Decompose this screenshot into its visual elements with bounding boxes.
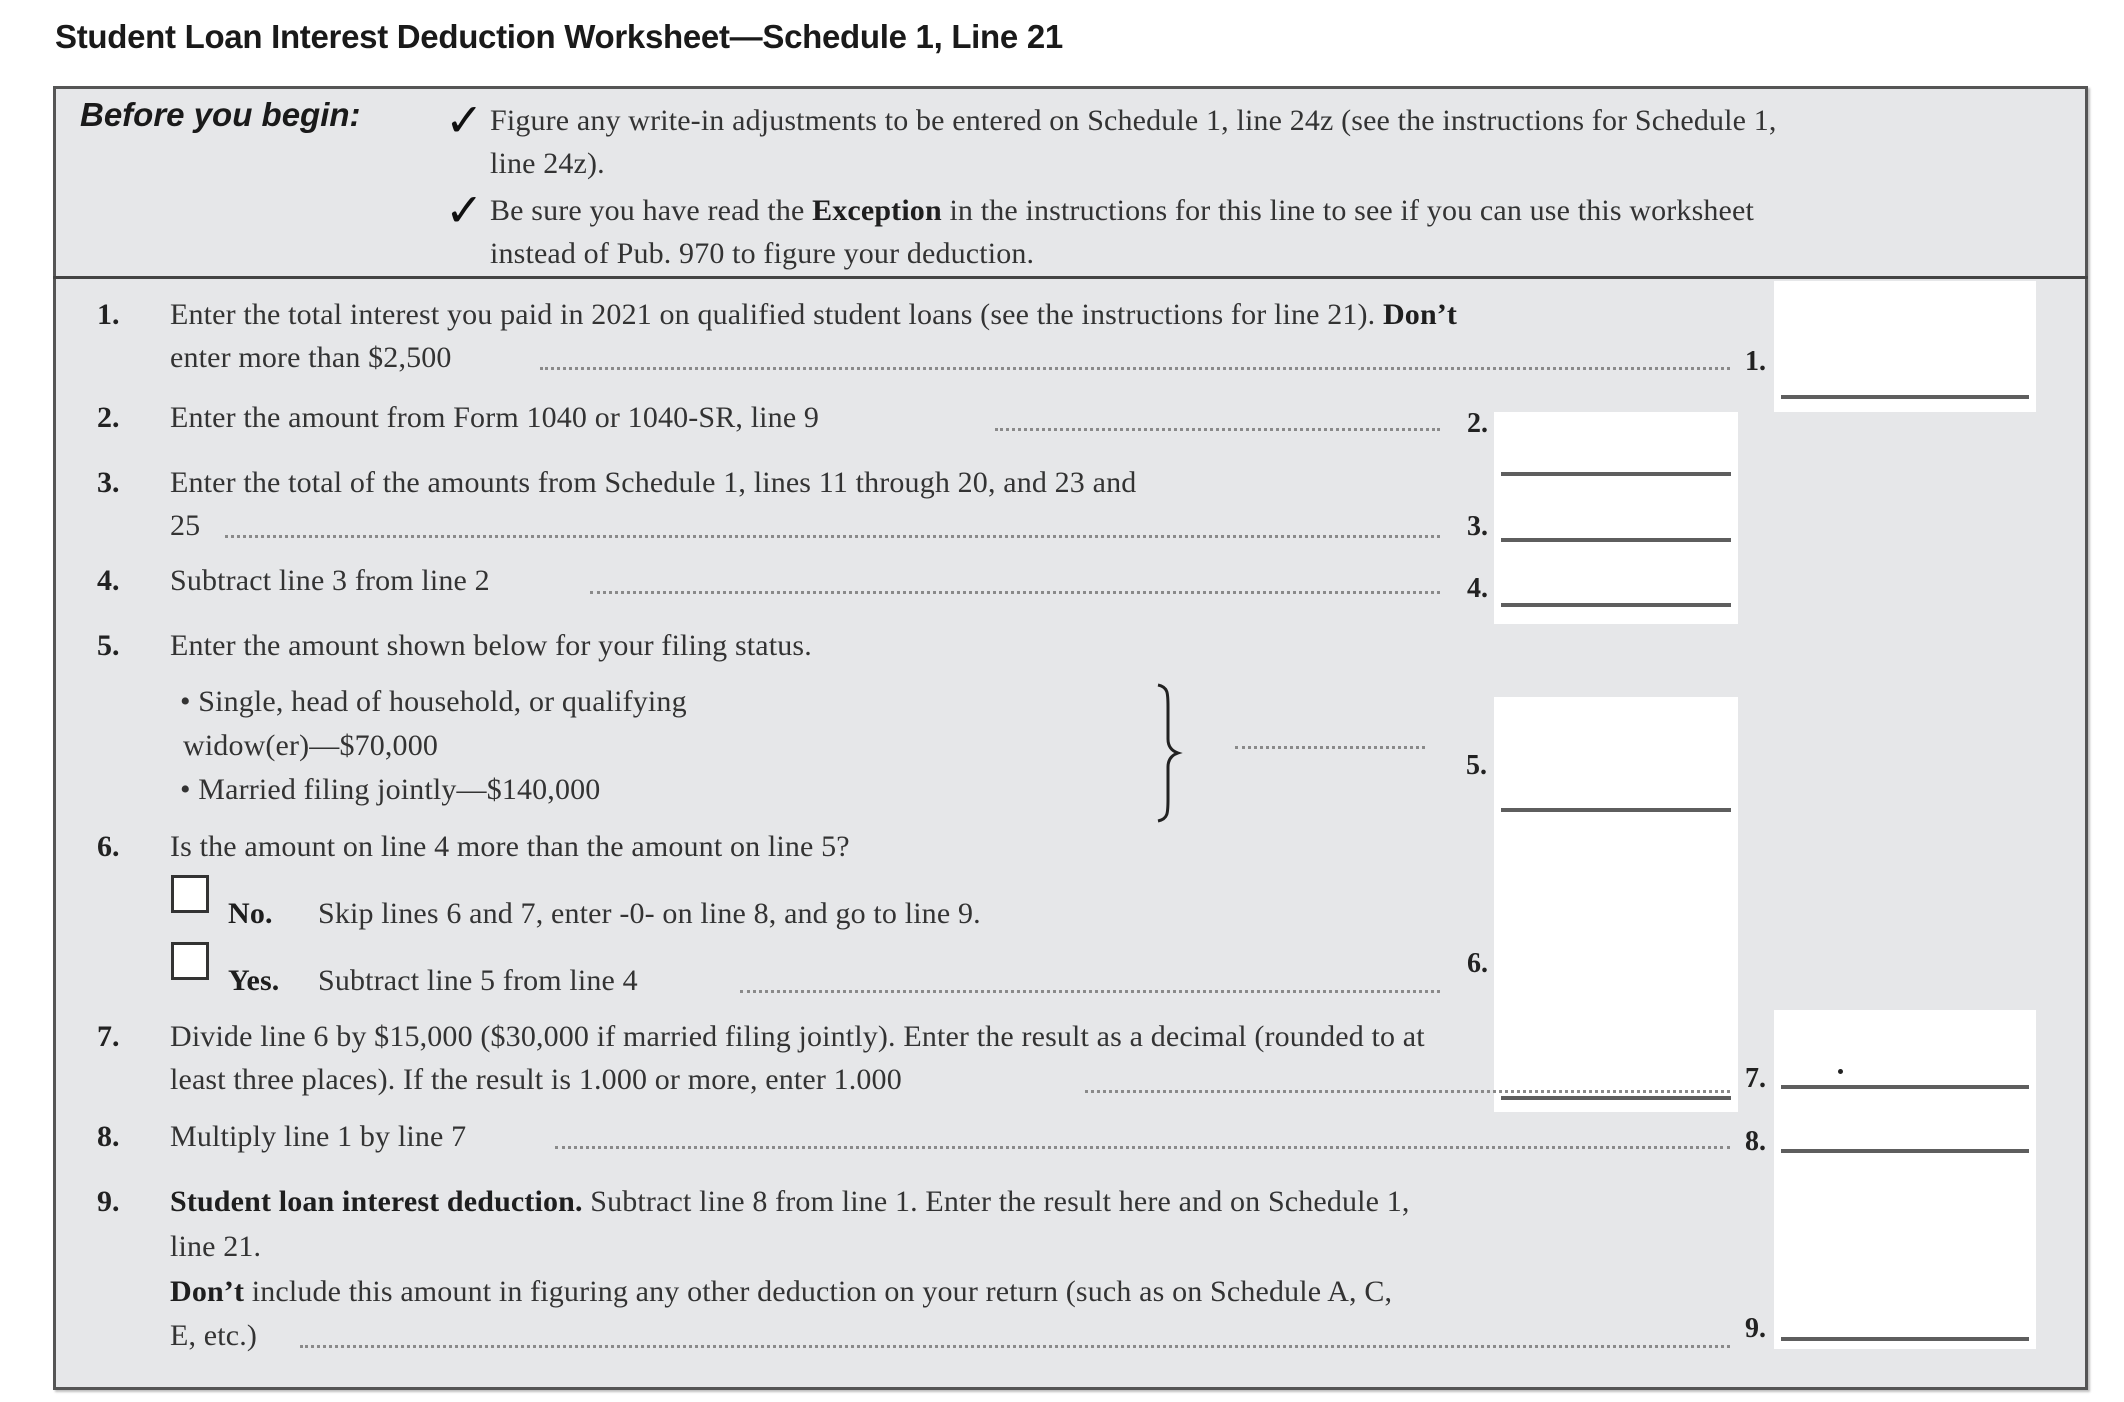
line-1-text: Enter the total interest you paid in 202… (170, 300, 1457, 330)
section-divider (53, 276, 2088, 279)
line-1-input[interactable] (1781, 395, 2029, 399)
answer-box-line-1 (1774, 281, 2036, 412)
line-7-text-cont: least three places). If the result is 1.… (170, 1063, 902, 1096)
line-4-text: Subtract line 3 from line 2 (170, 564, 490, 597)
dot-leader (300, 1345, 1730, 1348)
line-5-input[interactable] (1501, 808, 1731, 812)
before-you-begin-heading: Before you begin: (80, 96, 361, 133)
line-9-input[interactable] (1781, 1337, 2029, 1341)
decimal-point-mark (1838, 1069, 1843, 1074)
answer-box-lines-2-4 (1494, 412, 1738, 624)
yes-label: Yes. (228, 964, 280, 997)
line-6-input[interactable] (1501, 1096, 1731, 1100)
line-number: 2. (97, 401, 120, 434)
dot-leader (1235, 746, 1425, 749)
line-9-text-cont: line 21. (170, 1230, 262, 1263)
prereq-1-line1: Figure any write-in adjustments to be en… (490, 104, 1777, 137)
filing-status-married: • Married filing jointly—$140,000 (180, 773, 601, 806)
line-7-text: Divide line 6 by $15,000 ($30,000 if mar… (170, 1020, 1425, 1053)
dont-bold-text: Don’t (170, 1275, 245, 1308)
line-9-text: Student loan interest deduction. Subtrac… (170, 1187, 1410, 1217)
line-number: 1. (97, 298, 120, 331)
line-9-note-cont: E, etc.) (170, 1319, 257, 1352)
line-9-note-text: include this amount in figuring any othe… (244, 1275, 1393, 1308)
line-9-text-main: Subtract line 8 from line 1. Enter the r… (582, 1185, 1410, 1218)
checkmark-icon: ✓ (445, 93, 484, 147)
prereq-2-line1: Be sure you have read the Exception in t… (490, 196, 1754, 226)
answer-box-lines-5-6 (1494, 697, 1738, 1112)
dot-leader (1085, 1090, 1730, 1093)
line-label: 1. (1745, 346, 1766, 377)
no-option-text: Skip lines 6 and 7, enter -0- on line 8,… (318, 897, 981, 930)
line-label: 9. (1745, 1313, 1766, 1344)
dot-leader (995, 428, 1440, 431)
line-number: 9. (97, 1185, 120, 1218)
line-number: 7. (97, 1020, 120, 1053)
filing-status-single: • Single, head of household, or qualifyi… (180, 685, 687, 718)
line-label: 6. (1467, 948, 1488, 979)
line-number: 4. (97, 564, 120, 597)
dot-leader (590, 591, 1440, 594)
line-1-text-main: Enter the total interest you paid in 202… (170, 298, 1383, 331)
line-6-text: Is the amount on line 4 more than the am… (170, 830, 850, 863)
answer-box-line-7 (1774, 1010, 2036, 1113)
line-2-input[interactable] (1501, 472, 1731, 476)
worksheet-title: Student Loan Interest Deduction Workshee… (55, 18, 1063, 55)
line-9-note: Don’t include this amount in figuring an… (170, 1277, 1392, 1307)
dot-leader (740, 990, 1440, 993)
dot-leader (540, 367, 1730, 370)
exception-bold-text: Exception (812, 194, 942, 227)
line-3-text-cont: 25 (170, 509, 201, 542)
prereq-1-line2: line 24z). (490, 147, 605, 180)
checkmark-icon: ✓ (445, 183, 484, 237)
prereq-2-text: Be sure you have read the (490, 194, 813, 227)
line-3-input[interactable] (1501, 538, 1731, 542)
prereq-2-text-post: in the instructions for this line to see… (941, 194, 1754, 227)
no-label: No. (228, 897, 273, 930)
line-4-input[interactable] (1501, 603, 1731, 607)
yes-checkbox[interactable] (171, 942, 209, 980)
line-label: 5. (1466, 750, 1487, 781)
no-option: No. (228, 899, 273, 929)
line-3-text: Enter the total of the amounts from Sche… (170, 466, 1137, 499)
line-7-input[interactable] (1781, 1085, 2029, 1089)
line-1-dont-bold: Don’t (1382, 298, 1458, 331)
dot-leader (555, 1146, 1730, 1149)
line-number: 3. (97, 466, 120, 499)
line-label: 7. (1745, 1063, 1766, 1094)
deduction-bold-text: Student loan interest deduction. (170, 1185, 583, 1218)
right-brace-icon (1157, 683, 1183, 823)
prereq-2-line2: instead of Pub. 970 to figure your deduc… (490, 237, 1035, 270)
line-number: 8. (97, 1120, 120, 1153)
line-label: 8. (1745, 1126, 1766, 1157)
line-2-text: Enter the amount from Form 1040 or 1040-… (170, 401, 820, 434)
line-label: 4. (1467, 573, 1488, 604)
line-number: 6. (97, 830, 120, 863)
yes-option: Yes. (228, 966, 279, 996)
line-8-input[interactable] (1781, 1149, 2029, 1153)
filing-status-single-cont: widow(er)—$70,000 (183, 729, 439, 762)
line-number: 5. (97, 629, 120, 662)
line-label: 3. (1467, 511, 1488, 542)
yes-option-text: Subtract line 5 from line 4 (318, 964, 638, 997)
line-1-text-cont: enter more than $2,500 (170, 341, 452, 374)
line-5-text: Enter the amount shown below for your fi… (170, 629, 812, 662)
line-8-text: Multiply line 1 by line 7 (170, 1120, 467, 1153)
dot-leader (225, 535, 1440, 538)
line-label: 2. (1467, 408, 1488, 439)
no-checkbox[interactable] (171, 875, 209, 913)
